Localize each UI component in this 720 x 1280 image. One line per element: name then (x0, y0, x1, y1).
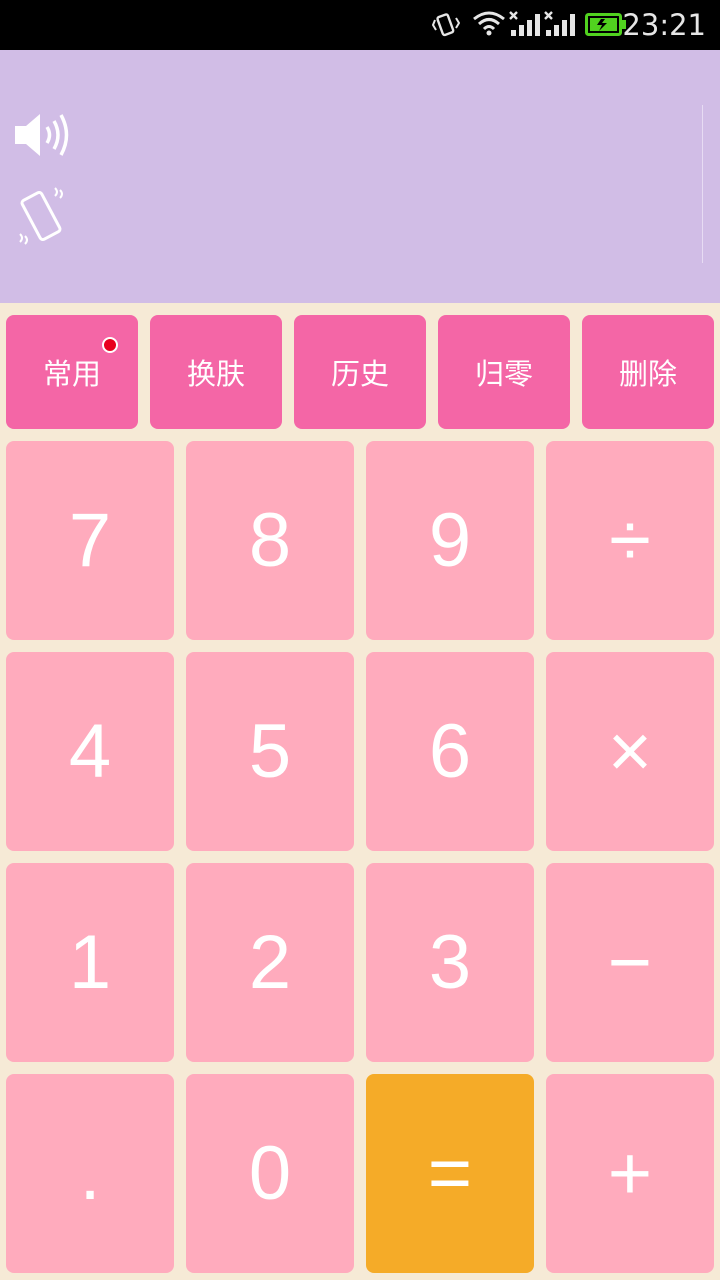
key-label: 1 (68, 920, 112, 1005)
key-label: 2 (248, 920, 292, 1005)
key-label: ÷ (609, 498, 651, 583)
key-label: 9 (428, 498, 472, 583)
delete-button-label: 删除 (618, 357, 677, 391)
calculator-display (0, 50, 720, 303)
key-add[interactable]: + (546, 1074, 714, 1273)
key-0[interactable]: 0 (186, 1074, 354, 1273)
key-label: = (427, 1131, 473, 1216)
key-label: 6 (428, 709, 472, 794)
key-decimal[interactable]: . (6, 1074, 174, 1273)
skin-button[interactable]: 换肤 (150, 315, 282, 429)
wifi-icon (473, 11, 505, 36)
common-button[interactable]: 常用 (6, 315, 138, 429)
history-button[interactable]: 历史 (294, 315, 426, 429)
key-2[interactable]: 2 (186, 863, 354, 1062)
key-equals[interactable]: = (366, 1074, 534, 1273)
key-3[interactable]: 3 (366, 863, 534, 1062)
key-label: 0 (248, 1131, 292, 1216)
key-divide[interactable]: ÷ (546, 441, 714, 640)
key-label: × (607, 709, 653, 794)
battery-charging-icon (585, 13, 626, 36)
key-subtract[interactable]: − (546, 863, 714, 1062)
key-label: . (79, 1131, 101, 1216)
common-button-label: 常用 (42, 357, 101, 391)
key-multiply[interactable]: × (546, 652, 714, 851)
history-button-label: 历史 (330, 357, 389, 391)
key-8[interactable]: 8 (186, 441, 354, 640)
speaker-icon[interactable] (12, 110, 72, 164)
signal-2-icon (544, 11, 575, 36)
key-9[interactable]: 9 (366, 441, 534, 640)
signal-1-icon (509, 11, 540, 36)
key-label: 8 (248, 498, 292, 583)
key-label: 7 (68, 498, 112, 583)
clear-button-label: 归零 (474, 357, 533, 391)
vibrate-icon (432, 13, 460, 37)
vibrate-phone-icon[interactable] (16, 186, 72, 256)
key-7[interactable]: 7 (6, 441, 174, 640)
key-label: 5 (248, 709, 292, 794)
key-4[interactable]: 4 (6, 652, 174, 851)
status-time: 23:21 (622, 8, 706, 42)
key-label: − (607, 920, 653, 1005)
clear-button[interactable]: 归零 (438, 315, 570, 429)
key-label: 3 (428, 920, 472, 1005)
key-label: 4 (68, 709, 112, 794)
key-5[interactable]: 5 (186, 652, 354, 851)
key-1[interactable]: 1 (6, 863, 174, 1062)
delete-button[interactable]: 删除 (582, 315, 714, 429)
key-label: + (607, 1131, 653, 1216)
skin-button-label: 换肤 (186, 357, 245, 391)
key-6[interactable]: 6 (366, 652, 534, 851)
status-bar: 23:21 (0, 0, 720, 50)
notification-badge (102, 337, 118, 353)
display-divider (702, 105, 703, 263)
